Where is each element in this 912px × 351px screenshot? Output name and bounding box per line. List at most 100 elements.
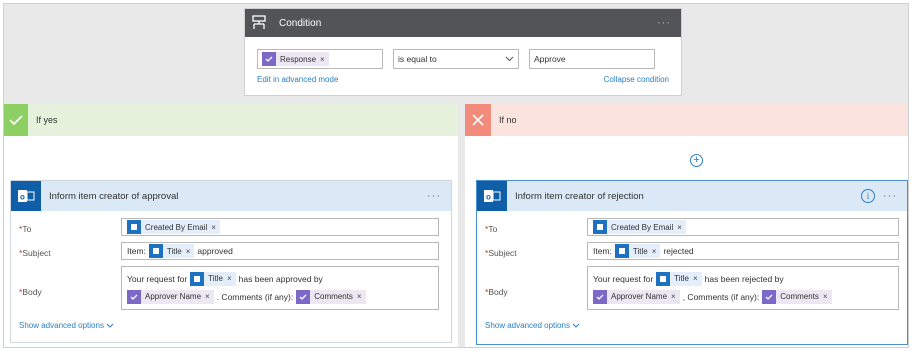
token-label: Title bbox=[674, 274, 689, 283]
approvals-icon bbox=[296, 290, 311, 304]
remove-token-icon[interactable]: × bbox=[320, 55, 325, 64]
title-token[interactable]: Title × bbox=[148, 244, 195, 258]
condition-left-field[interactable]: Response × bbox=[257, 49, 383, 69]
outlook-token-icon bbox=[593, 220, 607, 234]
token-label: Title bbox=[208, 274, 223, 283]
approvals-icon bbox=[762, 290, 777, 304]
token-label: Title bbox=[166, 246, 182, 256]
token-label: Comments bbox=[314, 292, 353, 301]
show-advanced-options-link[interactable]: Show advanced options bbox=[19, 321, 114, 330]
edit-advanced-link[interactable]: Edit in advanced mode bbox=[257, 75, 338, 84]
svg-text:o: o bbox=[20, 193, 25, 202]
body-label: *Body bbox=[19, 287, 42, 297]
body-field[interactable]: Your request for Title × has been approv… bbox=[121, 266, 439, 310]
body-text: has been approved by bbox=[238, 274, 323, 284]
svg-text:o: o bbox=[486, 193, 491, 202]
if-yes-header: If yes bbox=[4, 104, 458, 136]
if-no-header: If no bbox=[465, 104, 908, 136]
token-label: Created By Email bbox=[145, 222, 208, 232]
subject-label: *Subject bbox=[19, 248, 51, 258]
body-text: , Comments (if any): bbox=[682, 292, 760, 302]
token-label: Created By Email bbox=[611, 222, 674, 232]
condition-value-field[interactable]: Approve bbox=[529, 49, 655, 69]
approval-email-card[interactable]: o Inform item creator of approval ··· *T… bbox=[10, 180, 452, 343]
to-field[interactable]: Created By Email × bbox=[121, 218, 439, 236]
subject-suffix: rejected bbox=[663, 246, 694, 256]
operator-value: is equal to bbox=[398, 54, 437, 64]
comments-token[interactable]: Comments × bbox=[762, 288, 832, 306]
token-label: Approver Name bbox=[145, 292, 202, 301]
approver-name-token[interactable]: Approver Name × bbox=[127, 290, 214, 304]
outlook-icon: o bbox=[477, 181, 507, 211]
approvals-icon bbox=[127, 290, 141, 304]
body-text: has been rejected by bbox=[704, 274, 784, 284]
remove-token-icon[interactable]: × bbox=[693, 270, 698, 288]
if-yes-branch: o Inform item creator of approval ··· *T… bbox=[4, 136, 458, 347]
if-no-label: If no bbox=[499, 115, 517, 125]
outlook-token-icon bbox=[190, 272, 205, 286]
condition-title: Condition bbox=[279, 17, 322, 29]
show-advanced-options-link[interactable]: Show advanced options bbox=[485, 321, 580, 330]
approvals-icon bbox=[593, 290, 607, 304]
remove-token-icon[interactable]: × bbox=[823, 288, 828, 306]
remove-token-icon[interactable]: × bbox=[652, 247, 657, 256]
chevron-down-icon bbox=[106, 323, 114, 328]
approver-name-token[interactable]: Approver Name × bbox=[593, 290, 680, 304]
created-by-email-token[interactable]: Created By Email × bbox=[593, 220, 686, 234]
title-token[interactable]: Title × bbox=[656, 272, 702, 286]
subject-prefix: Item: bbox=[593, 246, 612, 256]
collapse-condition-link[interactable]: Collapse condition bbox=[604, 75, 669, 84]
remove-token-icon[interactable]: × bbox=[227, 270, 232, 288]
outlook-token-icon bbox=[656, 272, 671, 286]
remove-token-icon[interactable]: × bbox=[186, 247, 191, 256]
add-step-icon[interactable]: + bbox=[690, 154, 703, 167]
token-label: Comments bbox=[780, 292, 819, 301]
card-title: Inform item creator of approval bbox=[49, 190, 179, 202]
body-label: *Body bbox=[485, 287, 508, 297]
chevron-down-icon bbox=[505, 56, 514, 62]
condition-card[interactable]: Condition ··· Response × is equal to App… bbox=[244, 8, 682, 96]
subject-field[interactable]: Item: Title × rejected bbox=[587, 242, 899, 260]
created-by-email-token[interactable]: Created By Email × bbox=[127, 220, 220, 234]
remove-token-icon[interactable]: × bbox=[671, 288, 676, 306]
subject-suffix: approved bbox=[197, 246, 233, 256]
card-title: Inform item creator of rejection bbox=[515, 190, 644, 202]
response-token[interactable]: Response × bbox=[262, 52, 329, 66]
to-label: *To bbox=[19, 224, 32, 234]
outlook-token-icon bbox=[148, 244, 163, 258]
card-header[interactable]: o Inform item creator of approval ··· bbox=[11, 181, 451, 211]
chevron-down-icon bbox=[572, 323, 580, 328]
check-icon bbox=[4, 104, 28, 136]
card-more-button[interactable]: ··· bbox=[883, 190, 897, 202]
remove-token-icon[interactable]: × bbox=[205, 288, 210, 306]
condition-header[interactable]: Condition ··· bbox=[245, 9, 681, 37]
comments-token[interactable]: Comments × bbox=[296, 288, 366, 306]
card-header[interactable]: o Inform item creator of rejection i ··· bbox=[477, 181, 907, 211]
approvals-icon bbox=[262, 52, 276, 66]
rejection-email-card[interactable]: o Inform item creator of rejection i ···… bbox=[476, 180, 908, 345]
operator-select[interactable]: is equal to bbox=[393, 49, 519, 69]
remove-token-icon[interactable]: × bbox=[211, 223, 216, 232]
condition-value: Approve bbox=[534, 54, 566, 64]
title-token[interactable]: Title × bbox=[190, 272, 236, 286]
token-label: Response bbox=[280, 54, 317, 64]
title-token[interactable]: Title × bbox=[614, 244, 661, 258]
remove-token-icon[interactable]: × bbox=[357, 288, 362, 306]
body-text: Your request for bbox=[593, 274, 654, 284]
outlook-token-icon bbox=[127, 220, 141, 234]
subject-field[interactable]: Item: Title × approved bbox=[121, 242, 439, 260]
if-yes-label: If yes bbox=[36, 115, 58, 125]
body-field[interactable]: Your request for Title × has been reject… bbox=[587, 266, 899, 310]
card-more-button[interactable]: ··· bbox=[427, 190, 441, 202]
token-label: Title bbox=[632, 246, 648, 256]
outlook-icon: o bbox=[11, 181, 41, 211]
condition-more-button[interactable]: ··· bbox=[657, 17, 671, 29]
if-no-branch: + o Inform item creator of rejection i ·… bbox=[465, 136, 908, 347]
to-field[interactable]: Created By Email × bbox=[587, 218, 899, 236]
condition-icon bbox=[245, 9, 273, 37]
remove-token-icon[interactable]: × bbox=[677, 223, 682, 232]
info-icon[interactable]: i bbox=[861, 189, 875, 203]
body-text: Your request for bbox=[127, 274, 188, 284]
token-label: Approver Name bbox=[611, 292, 668, 301]
flow-canvas: Condition ··· Response × is equal to App… bbox=[3, 3, 909, 348]
